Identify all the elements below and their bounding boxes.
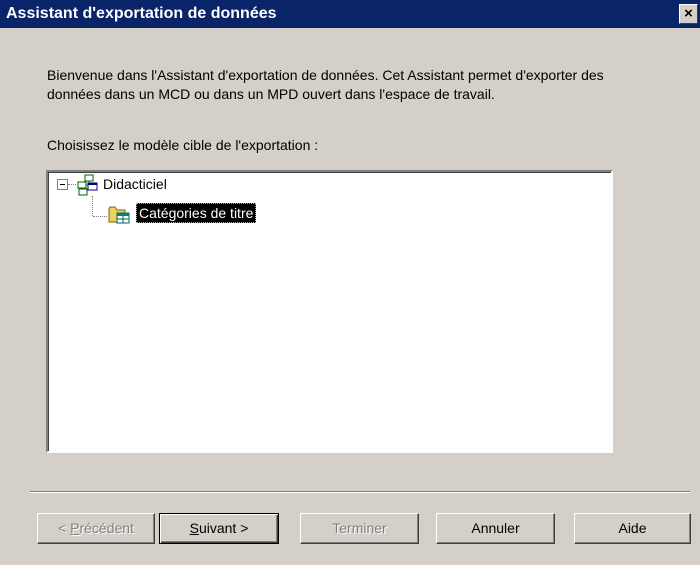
previous-button-label: récédent [79, 520, 134, 536]
title-bar: Assistant d'exportation de données × [0, 0, 700, 28]
next-button[interactable]: Suivant > [159, 513, 279, 544]
collapse-toggle-icon[interactable] [57, 179, 68, 190]
previous-button-prefix: < [58, 520, 71, 536]
model-icon [77, 174, 98, 196]
tree-connector [92, 196, 93, 216]
tree-node-didacticiel[interactable]: Didacticiel [103, 176, 167, 192]
model-tree[interactable]: Didacticiel Catégories de titre [46, 170, 613, 453]
previous-button[interactable]: < Précédent [37, 513, 155, 544]
close-icon: × [684, 5, 693, 22]
window-title: Assistant d'exportation de données [6, 5, 277, 22]
tree-node-categories-de-titre[interactable]: Catégories de titre [136, 203, 257, 223]
close-button[interactable]: × [679, 4, 698, 24]
separator [30, 491, 690, 493]
package-icon [108, 206, 130, 224]
tree-connector [93, 216, 107, 217]
finish-button[interactable]: Terminer [300, 513, 419, 544]
next-button-mnemonic: S [189, 520, 199, 536]
next-button-label: uivant > [198, 520, 249, 536]
intro-text: Bienvenue dans l'Assistant d'exportation… [47, 67, 604, 102]
cancel-button[interactable]: Annuler [436, 513, 555, 544]
help-button[interactable]: Aide [574, 513, 691, 544]
tree-connector [68, 184, 76, 185]
target-model-prompt: Choisissez le modèle cible de l'exportat… [47, 137, 319, 153]
